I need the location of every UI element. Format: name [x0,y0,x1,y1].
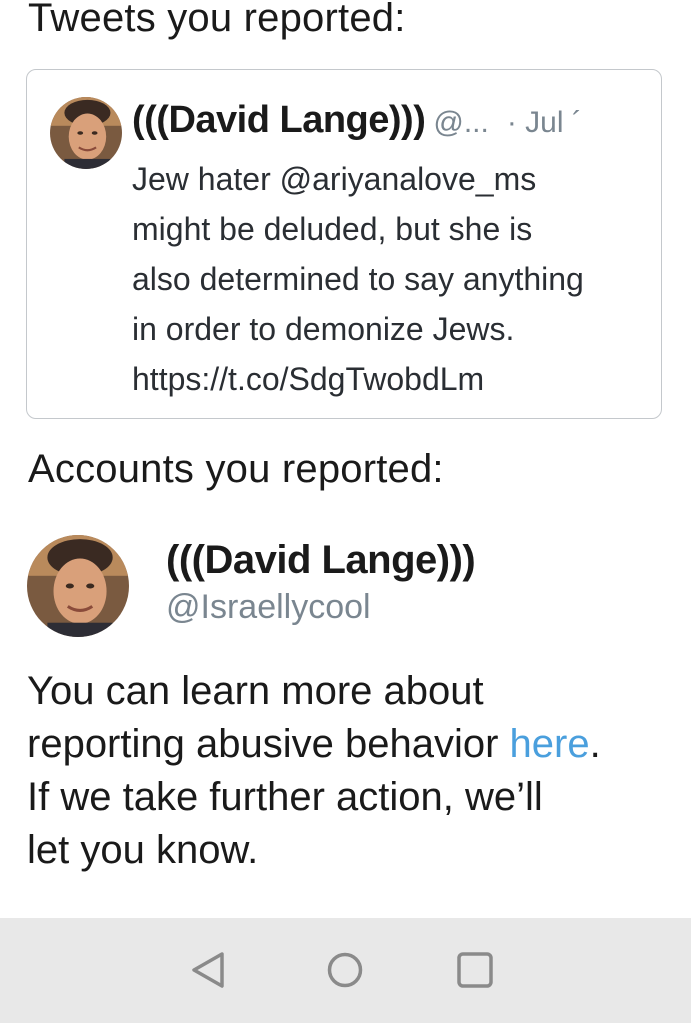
account-avatar[interactable] [27,535,129,637]
tweet-link[interactable]: https://t.co/SdgTwobdLm [132,354,647,404]
recents-square-icon [457,952,493,988]
learn-more-link[interactable]: here [510,722,590,766]
accounts-section-heading: Accounts you reported: [28,447,444,491]
back-button[interactable] [186,948,230,992]
tweets-section-heading: Tweets you reported: [28,0,406,40]
info-line: You can learn more about [27,669,484,713]
tweet-date: · Jul ´ [506,106,582,139]
info-line: let you know. [27,828,259,872]
info-line-punctuation: . [589,722,601,766]
tweet-author-avatar[interactable] [50,97,122,169]
info-line: If we take further action, we’ll [27,775,543,819]
back-triangle-icon [192,952,224,988]
avatar-photo-icon [27,535,129,637]
reported-tweet-card[interactable]: (((David Lange))) @... · Jul ´ Jew hater @… [26,69,662,419]
tweet-body-line: Jew hater @ariyanalove_ms [132,161,537,197]
tweet-body-line: also determined to say anything [132,261,584,297]
tweet-author-name[interactable]: (((David Lange))) [132,99,426,141]
avatar-photo-icon [50,97,122,169]
info-line-text: reporting abusive behavior [27,722,510,766]
tweet-body-line: might be deluded, but she is [132,211,533,247]
home-button[interactable] [323,948,367,992]
tweet-body: Jew hater @ariyanalove_ms might be delud… [132,154,647,404]
system-navigation-bar [0,918,691,1023]
tweet-header: (((David Lange))) @... · Jul ´ [132,98,661,146]
report-info-text: You can learn more about reporting abusi… [27,665,677,877]
recents-button[interactable] [453,948,497,992]
tweet-author-handle[interactable]: @... [433,106,488,139]
tweet-body-line: in order to demonize Jews. [132,311,515,347]
account-handle[interactable]: @Israellycool [166,589,371,625]
account-name[interactable]: (((David Lange))) [166,538,476,582]
home-circle-icon [327,952,363,988]
info-line: reporting abusive behavior here. [27,718,677,771]
